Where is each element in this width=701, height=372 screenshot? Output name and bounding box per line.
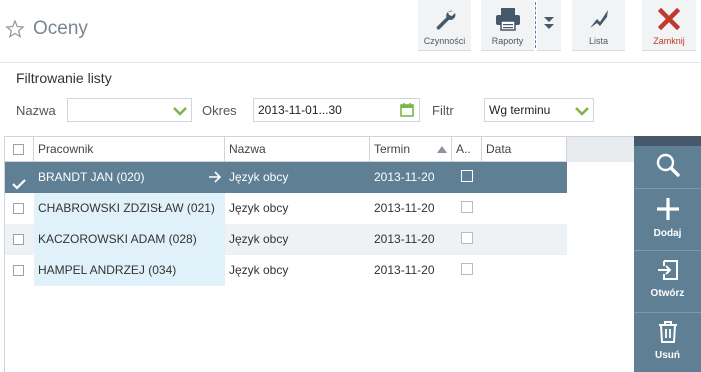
period-field[interactable]: 2013-11-01...30 [253,98,420,122]
column-header-term[interactable]: Termin [370,137,452,162]
term-cell: 2013-11-20 [374,263,435,277]
filter-select[interactable]: Wg terminu [484,98,594,122]
header-filler [567,137,634,162]
open-icon [656,258,680,285]
column-header-date[interactable]: Data [482,137,567,162]
double-chevron-down-icon [543,10,555,36]
name-label: Nazwa [16,103,56,118]
row-a-checkbox[interactable] [461,170,473,182]
name-cell: Język obcy [229,201,289,215]
title-area: Oceny [5,18,88,40]
actions-button[interactable]: Czynności [418,0,471,51]
row-select-checkbox[interactable] [13,265,24,276]
search-icon [655,152,681,181]
row-a-checkbox[interactable] [461,232,473,244]
list-button[interactable]: Lista [572,0,625,51]
filter-label: Filtr [432,103,454,118]
wrench-icon [433,6,457,32]
row-select-checkbox[interactable] [13,234,24,245]
employee-cell: HAMPEL ANDRZEJ (034) [34,255,225,286]
trash-icon [657,320,679,347]
table-row[interactable]: CHABROWSKI ZDZISŁAW (021) Język obcy 201… [5,193,567,224]
chevron-down-icon [173,105,187,119]
add-button[interactable]: Dodaj [634,196,701,239]
table-row[interactable]: KACZOROWSKI ADAM (028) Język obcy 2013-1… [5,224,567,255]
open-button[interactable]: Otwórz [634,258,701,299]
name-select[interactable] [67,98,192,122]
printer-icon [495,6,521,32]
header: Oceny Czynności Raporty Lista Zamknij [0,0,701,62]
chevron-down-icon [575,105,589,119]
page-title: Oceny [33,18,88,39]
close-button[interactable]: Zamknij [642,0,696,51]
period-label: Okres [202,103,237,118]
select-all-header [5,137,34,162]
row-select-checkbox[interactable] [13,203,24,214]
search-button[interactable] [634,152,701,181]
side-divider [634,312,701,313]
term-cell: 2013-11-20 [374,232,435,246]
name-cell: Język obcy [229,170,289,184]
side-panel-top-bar [634,136,701,146]
row-a-checkbox[interactable] [461,263,473,275]
delete-button[interactable]: Usuń [634,320,701,361]
calendar-icon[interactable] [400,103,414,120]
toolbar-separator [535,2,536,48]
close-icon [658,6,680,32]
table-row[interactable]: BRANDT JAN (020) Język obcy 2013-11-20 [5,162,567,193]
column-header-name[interactable]: Nazwa [225,137,370,162]
reports-dropdown-button[interactable] [537,0,561,51]
row-check-cell[interactable] [5,162,34,193]
arrow-right-icon [208,171,222,186]
column-header-a[interactable]: A.. [452,137,482,162]
reports-button[interactable]: Raporty [481,0,534,51]
plus-icon [655,196,681,225]
side-divider [634,250,701,251]
employee-cell: CHABROWSKI ZDZISŁAW (021) [34,193,225,224]
row-a-checkbox[interactable] [461,201,473,213]
name-cell: Język obcy [229,232,289,246]
employee-cell: BRANDT JAN (020) [38,170,145,184]
filter-title: Filtrowanie listy [16,70,112,86]
grid-header: Pracownik Nazwa Termin A.. Data [5,136,634,162]
employee-cell: KACZOROWSKI ADAM (028) [34,224,225,255]
side-divider [634,188,701,189]
column-header-employee[interactable]: Pracownik [34,137,225,162]
select-all-checkbox[interactable] [13,144,24,155]
star-icon[interactable] [5,19,25,39]
term-cell: 2013-11-20 [374,201,435,215]
side-action-panel: Dodaj Otwórz Usuń [634,136,701,372]
term-cell: 2013-11-20 [374,170,435,184]
table-row[interactable]: HAMPEL ANDRZEJ (034) Język obcy 2013-11-… [5,255,567,286]
header-divider [0,62,701,63]
name-cell: Język obcy [229,263,289,277]
chart-line-icon [587,6,611,32]
sort-ascending-icon [437,146,447,153]
